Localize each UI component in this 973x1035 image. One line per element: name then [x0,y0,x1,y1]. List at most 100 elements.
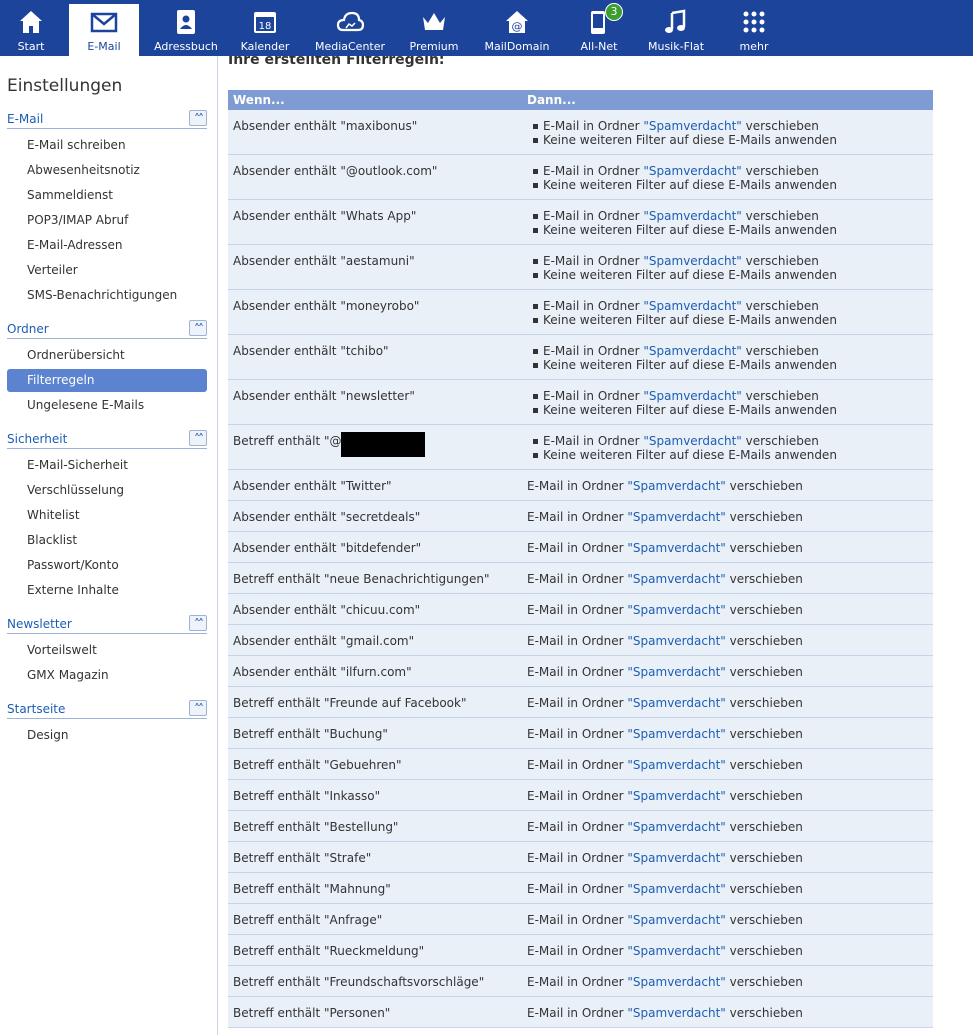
section-title: Newsletter [7,617,72,631]
table-row[interactable]: Betreff enthält "Rueckmeldung" E-Mail in … [228,935,933,966]
collapse-icon[interactable]: ˄˄ [189,110,207,126]
folder-link[interactable]: "Spamverdacht" [643,389,741,403]
table-row[interactable]: Betreff enthält "@ E-Mail in Ordner "Spam… [228,425,933,470]
folder-link[interactable]: "Spamverdacht" [643,434,741,448]
table-row[interactable]: Betreff enthält "Buchung" E-Mail in Ordne… [228,718,933,749]
action-prefix: E-Mail in Ordner [527,510,628,524]
folder-link[interactable]: "Spamverdacht" [627,479,725,493]
table-row[interactable]: Betreff enthält "Mahnung" E-Mail in Ordne… [228,873,933,904]
folder-link[interactable]: "Spamverdacht" [627,572,725,586]
nav-item-e-mail[interactable]: E-Mail [69,4,139,56]
folder-link[interactable]: "Spamverdacht" [627,913,725,927]
sidebar-item-whitelist[interactable]: Whitelist [7,504,207,527]
sidebar-item-e-mail-adressen[interactable]: E-Mail-Adressen [7,234,207,257]
sidebar-item-blacklist[interactable]: Blacklist [7,529,207,552]
folder-link[interactable]: "Spamverdacht" [627,510,725,524]
column-header-if: Wenn... [233,93,285,107]
folder-link[interactable]: "Spamverdacht" [643,344,741,358]
folder-link[interactable]: "Spamverdacht" [627,789,725,803]
table-row[interactable]: Betreff enthält "Inkasso" E-Mail in Ordne… [228,780,933,811]
collapse-icon[interactable]: ˄˄ [189,615,207,631]
sidebar-item-externe-inhalte[interactable]: Externe Inhalte [7,579,207,602]
rule-condition-text: Absender enthält "gmail.com" [233,634,415,648]
table-row[interactable]: Betreff enthält "Gebuehren" E-Mail in Ord… [228,749,933,780]
bullet-icon [533,273,538,278]
folder-link[interactable]: "Spamverdacht" [627,975,725,989]
sidebar-item-pop3-imap-abruf[interactable]: POP3/IMAP Abruf [7,209,207,232]
column-header-then: Dann... [527,93,576,107]
table-row[interactable]: Absender enthält "maxibonus" E-Mail in Or… [228,110,933,155]
table-row[interactable]: Absender enthält "@outlook.com" E-Mail in… [228,155,933,200]
nav-item-premium[interactable]: Premium [398,4,470,56]
folder-link[interactable]: "Spamverdacht" [627,820,725,834]
table-row[interactable]: Absender enthält "gmail.com" E-Mail in Or… [228,625,933,656]
action-suffix: verschieben [725,696,803,710]
folder-link[interactable]: "Spamverdacht" [627,665,725,679]
nav-item-maildomain[interactable]: @ MailDomain [475,4,559,56]
nav-label: Start [17,40,45,53]
sidebar-item-passwort-konto[interactable]: Passwort/Konto [7,554,207,577]
table-row[interactable]: Betreff enthält "Personen" E-Mail in Ordn… [228,997,933,1028]
table-row[interactable]: Absender enthält "chicuu.com" E-Mail in O… [228,594,933,625]
table-row[interactable]: Absender enthält "Whats App" E-Mail in Or… [228,200,933,245]
rule-condition-text: Absender enthält "moneyrobo" [233,299,420,313]
folder-link[interactable]: "Spamverdacht" [643,119,741,133]
sidebar-item-abwesenheitsnotiz[interactable]: Abwesenheitsnotiz [7,159,207,182]
nav-item-mehr[interactable]: mehr [716,4,792,56]
table-row[interactable]: Betreff enthält "Freunde auf Facebook" E-… [228,687,933,718]
table-row[interactable]: Absender enthält "secretdeals" E-Mail in … [228,501,933,532]
folder-link[interactable]: "Spamverdacht" [627,944,725,958]
table-row[interactable]: Absender enthält "newsletter" E-Mail in O… [228,380,933,425]
table-row[interactable]: Absender enthält "aestamuni" E-Mail in Or… [228,245,933,290]
table-row[interactable]: Absender enthält "bitdefender" E-Mail in … [228,532,933,563]
table-row[interactable]: Absender enthält "moneyrobo" E-Mail in Or… [228,290,933,335]
envelope-icon [90,8,118,36]
folder-link[interactable]: "Spamverdacht" [627,1006,725,1020]
collapse-icon[interactable]: ˄˄ [189,320,207,336]
sidebar-item-ungelesene-e-mails[interactable]: Ungelesene E-Mails [7,394,207,417]
sidebar-item-verteiler[interactable]: Verteiler [7,259,207,282]
table-row[interactable]: Absender enthält "ilfurn.com" E-Mail in O… [228,656,933,687]
collapse-icon[interactable]: ˄˄ [189,430,207,446]
folder-link[interactable]: "Spamverdacht" [643,209,741,223]
sidebar-item-gmx-magazin[interactable]: GMX Magazin [7,664,207,687]
sidebar-section-ordner: Ordner ˄˄ [7,320,207,339]
folder-link[interactable]: "Spamverdacht" [627,882,725,896]
sidebar-item-ordner-bersicht[interactable]: Ordnerübersicht [7,344,207,367]
sidebar-item-design[interactable]: Design [7,724,207,747]
table-row[interactable]: Betreff enthält "neue Benachrichtigungen… [228,563,933,594]
folder-link[interactable]: "Spamverdacht" [627,758,725,772]
sidebar-item-sammeldienst[interactable]: Sammeldienst [7,184,207,207]
sidebar-item-e-mail-schreiben[interactable]: E-Mail schreiben [7,134,207,157]
nav-label: MailDomain [484,40,550,53]
table-row[interactable]: Absender enthält "tchibo" E-Mail in Ordne… [228,335,933,380]
table-row[interactable]: Betreff enthält "Anfrage" E-Mail in Ordne… [228,904,933,935]
folder-link[interactable]: "Spamverdacht" [627,727,725,741]
rule-action: E-Mail in Ordner "Spamverdacht" verschie… [527,758,803,772]
nav-item-adressbuch[interactable]: Adressbuch [148,4,224,56]
nav-item-musik-flat[interactable]: Musik-Flat [636,4,716,56]
folder-link[interactable]: "Spamverdacht" [643,254,741,268]
folder-link[interactable]: "Spamverdacht" [643,164,741,178]
table-row[interactable]: Betreff enthält "Bestellung" E-Mail in Or… [228,811,933,842]
sidebar-item-sms-benachrichtigungen[interactable]: SMS-Benachrichtigungen [7,284,207,307]
table-row[interactable]: Betreff enthält "Freundschaftsvorschläge… [228,966,933,997]
sidebar-item-vorteilswelt[interactable]: Vorteilswelt [7,639,207,662]
sidebar-item-filterregeln[interactable]: Filterregeln [7,369,207,392]
nav-item-mediacenter[interactable]: MediaCenter [305,4,395,56]
nav-item-kalender[interactable]: 18 Kalender [229,4,301,56]
table-row[interactable]: Absender enthält "Twitter" E-Mail in Ordn… [228,470,933,501]
collapse-icon[interactable]: ˄˄ [189,700,207,716]
sidebar-item-e-mail-sicherheit[interactable]: E-Mail-Sicherheit [7,454,207,477]
bullet-icon [533,304,538,309]
table-row[interactable]: Betreff enthält "Strafe" E-Mail in Ordner… [228,842,933,873]
folder-link[interactable]: "Spamverdacht" [627,541,725,555]
sidebar-item-verschl-sselung[interactable]: Verschlüsselung [7,479,207,502]
folder-link[interactable]: "Spamverdacht" [627,696,725,710]
folder-link[interactable]: "Spamverdacht" [627,603,725,617]
folder-link[interactable]: "Spamverdacht" [627,634,725,648]
rule-action: E-Mail in Ordner "Spamverdacht" verschie… [527,254,837,282]
folder-link[interactable]: "Spamverdacht" [627,851,725,865]
nav-item-start[interactable]: Start [0,4,62,56]
folder-link[interactable]: "Spamverdacht" [643,299,741,313]
